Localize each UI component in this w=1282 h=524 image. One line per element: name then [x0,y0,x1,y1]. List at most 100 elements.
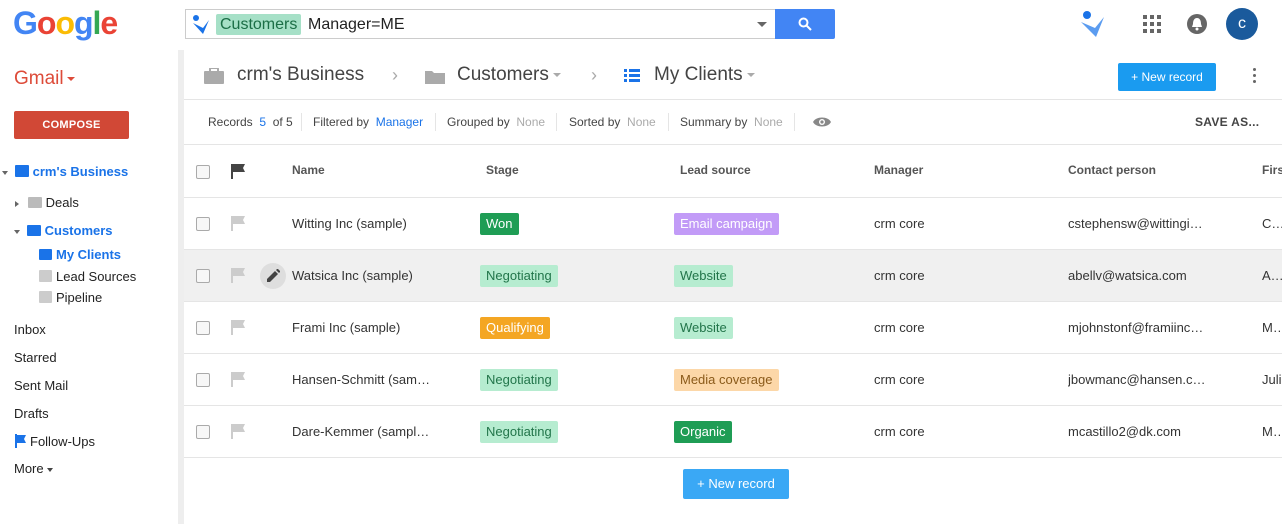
filter-control[interactable]: Filtered by Manager [313,115,423,129]
chevron-down-icon [47,467,54,472]
google-logo[interactable]: Google [13,5,118,42]
column-header-manager[interactable]: Manager [874,163,923,177]
flag-icon[interactable] [230,371,246,387]
sidebar-item-business[interactable]: crm's Business [2,164,128,179]
breadcrumb-customers[interactable]: Customers [457,64,561,86]
cell-manager: crm core [874,320,925,335]
sidebar-item-sent[interactable]: Sent Mail [14,378,68,393]
cell-manager: crm core [874,424,925,439]
stage-badge: Negotiating [480,265,558,287]
crm-icon [193,15,209,34]
top-bar: Google Customers Manager=ME c [0,0,1282,50]
lead-source-badge: Email campaign [674,213,779,235]
summary-control[interactable]: Summary by None [680,115,783,129]
new-record-bottom-button[interactable]: + New record [683,469,789,499]
board-view-icon [39,270,52,282]
flag-icon[interactable] [230,423,246,439]
stage-badge: Qualifying [480,317,550,339]
collapse-icon[interactable] [15,200,19,207]
expand-icon[interactable] [2,170,8,175]
column-header-contact-person[interactable]: Contact person [1068,163,1156,177]
flag-icon[interactable] [230,215,246,231]
expand-icon[interactable] [14,229,20,234]
chevron-down-icon [66,76,75,81]
lead-source-badge: Website [674,317,733,339]
select-all-checkbox[interactable] [196,165,210,179]
cell-manager: crm core [874,216,925,231]
crm-app-icon[interactable] [1080,10,1106,38]
search-input[interactable]: Customers Manager=ME [185,9,775,39]
search-chip[interactable]: Customers [216,14,302,35]
table-row[interactable]: Witting Inc (sample) Won Email campaign … [184,198,1282,250]
sidebar-item-customers[interactable]: Customers [14,223,113,238]
sidebar-item-starred[interactable]: Starred [14,350,57,365]
cell-name: Witting Inc (sample) [292,216,407,231]
flag-icon[interactable] [230,163,246,179]
cell-name: Dare-Kemmer (sampl… [292,424,430,439]
sidebar-item-drafts[interactable]: Drafts [14,406,49,421]
apps-grid-icon[interactable] [1143,15,1161,33]
lead-source-badge: Media coverage [674,369,779,391]
sidebar-item-more[interactable]: More [14,461,54,476]
column-header-lead-source[interactable]: Lead source [680,163,751,177]
table-row[interactable]: Watsica Inc (sample) Negotiating Website… [184,250,1282,302]
sidebar-item-pipeline[interactable]: Pipeline [39,290,102,305]
row-checkbox[interactable] [196,373,210,387]
column-header-stage[interactable]: Stage [486,163,519,177]
save-as-button[interactable]: SAVE AS... [1195,115,1259,129]
gmail-menu[interactable]: Gmail [14,68,75,90]
sidebar-item-followups[interactable]: Follow-Ups [14,434,95,449]
edit-icon[interactable] [260,263,286,289]
row-checkbox[interactable] [196,217,210,231]
sort-control[interactable]: Sorted by None [569,115,656,129]
stage-badge: Negotiating [480,421,558,443]
notifications-icon[interactable] [1187,14,1207,34]
separator [301,113,302,131]
table-row[interactable]: Frami Inc (sample) Qualifying Website cr… [184,302,1282,354]
more-options-icon[interactable] [1253,68,1257,84]
flag-icon[interactable] [230,319,246,335]
cell-first-name: Mar [1262,424,1282,439]
search-icon [798,17,812,31]
row-checkbox[interactable] [196,269,210,283]
breadcrumb-separator-icon: › [392,65,398,85]
cell-contact: mcastillo2@dk.com [1068,424,1181,439]
view-toolbar: Records 5 of 5 Filtered by Manager Group… [184,101,1282,145]
breadcrumb-my-clients[interactable]: My Clients [654,64,755,86]
table-row[interactable]: Hansen-Schmitt (sam… Negotiating Media c… [184,354,1282,406]
column-header-name[interactable]: Name [292,163,325,177]
records-table: Name Stage Lead source Manager Contact p… [184,146,1282,499]
table-row[interactable]: Dare-Kemmer (sampl… Negotiating Organic … [184,406,1282,458]
cell-name: Frami Inc (sample) [292,320,401,335]
briefcase-icon [204,68,224,84]
search-dropdown-icon[interactable] [757,22,767,27]
row-checkbox[interactable] [196,321,210,335]
chevron-down-icon [552,72,561,77]
separator [794,113,795,131]
eye-icon[interactable] [812,115,832,129]
breadcrumb: crm's Business › Customers › My Clients … [184,50,1282,100]
group-control[interactable]: Grouped by None [447,115,545,129]
cell-manager: crm core [874,372,925,387]
breadcrumb-business[interactable]: crm's Business [237,64,364,86]
cell-contact: abellv@watsica.com [1068,268,1187,283]
avatar[interactable]: c [1226,8,1258,40]
flag-icon[interactable] [230,267,246,283]
cell-first-name: Juli [1262,372,1282,387]
cell-first-name: Mic [1262,320,1282,335]
left-nav: Gmail COMPOSE crm's Business Deals Custo… [0,50,178,524]
sidebar-item-lead-sources[interactable]: Lead Sources [39,269,136,284]
search-button[interactable] [775,9,835,39]
row-checkbox[interactable] [196,425,210,439]
sidebar-item-my-clients[interactable]: My Clients [39,247,121,262]
sidebar-item-deals[interactable]: Deals [15,195,79,210]
cell-contact: jbowmanc@hansen.c… [1068,372,1206,387]
separator [668,113,669,131]
column-header-first-name[interactable]: Firs [1262,163,1282,177]
folder-icon [425,71,445,84]
sidebar-item-inbox[interactable]: Inbox [14,322,46,337]
compose-button[interactable]: COMPOSE [14,111,129,139]
list-view-icon [39,249,52,260]
new-record-button[interactable]: + New record [1118,63,1216,91]
separator [556,113,557,131]
